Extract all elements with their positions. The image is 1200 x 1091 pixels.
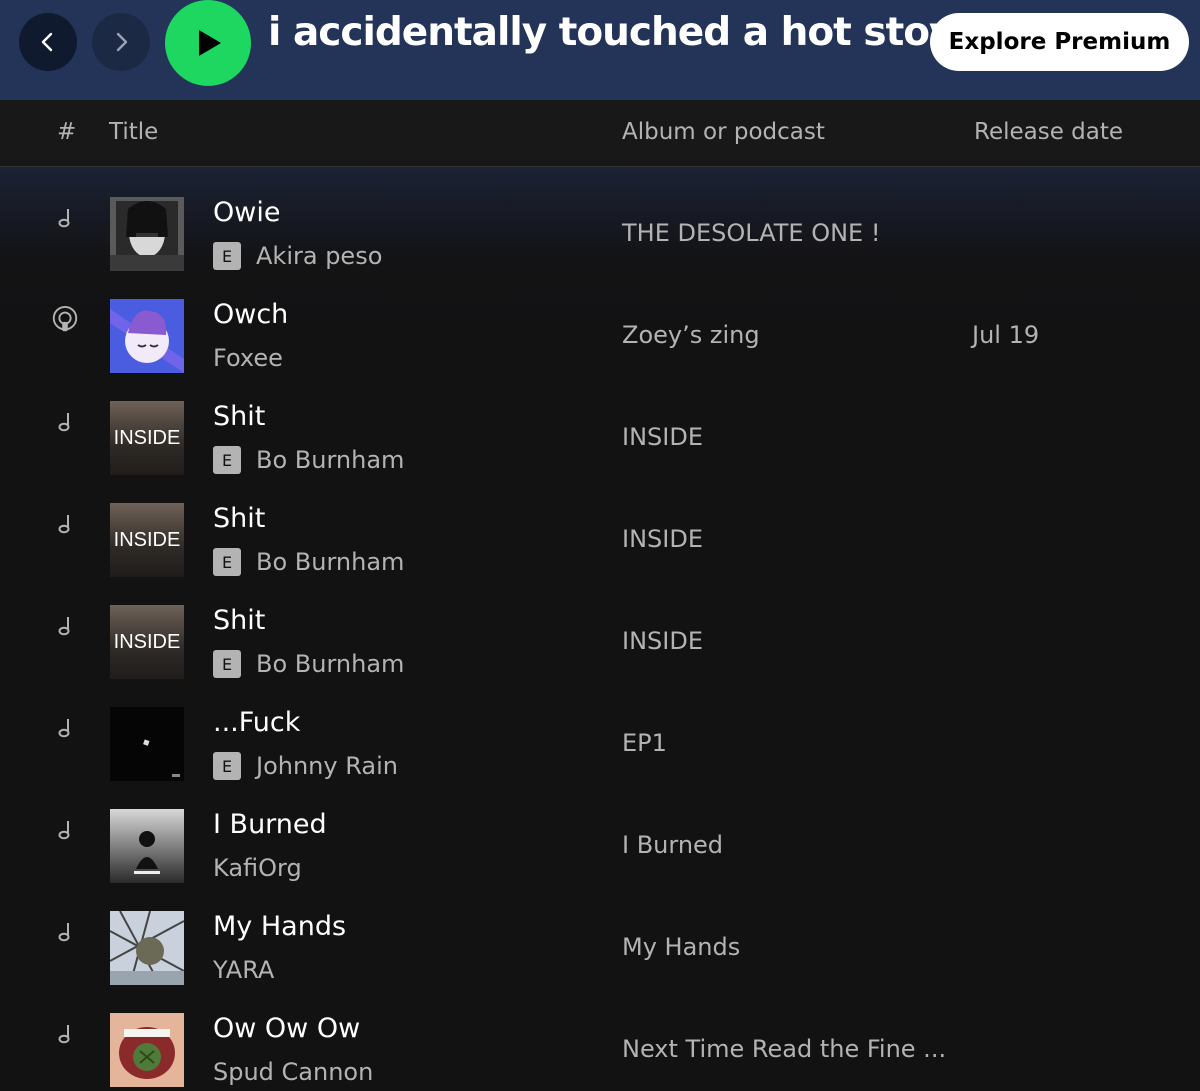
podcast-icon	[50, 305, 80, 335]
note-icon	[50, 1019, 80, 1049]
track-title[interactable]: Owch	[213, 299, 288, 330]
track-artist[interactable]: Johnny Rain	[256, 752, 398, 780]
track-artist[interactable]: YARA	[213, 956, 274, 984]
track-title[interactable]: ...Fuck	[213, 707, 300, 738]
top-bar: i accidentally touched a hot stove Explo…	[0, 0, 1200, 100]
podcast-cover	[110, 299, 184, 373]
album-cover	[110, 809, 184, 883]
track-row[interactable]: INSIDE Shit E Bo Burnham INSIDE	[0, 371, 1200, 475]
track-row[interactable]: INSIDE Shit E Bo Burnham INSIDE	[0, 575, 1200, 679]
track-artist[interactable]: Akira peso	[256, 242, 382, 270]
track-artist[interactable]: Foxee	[213, 344, 283, 372]
track-album[interactable]: INSIDE	[622, 525, 703, 553]
column-title[interactable]: Title	[109, 119, 158, 145]
chevron-right-icon	[116, 32, 128, 52]
play-button[interactable]	[165, 0, 251, 86]
track-list: Owie E Akira peso THE DESOLATE ONE ! Owc…	[0, 167, 1200, 1091]
cover-text: INSIDE	[113, 427, 181, 449]
column-album[interactable]: Album or podcast	[622, 119, 825, 145]
cover-text: INSIDE	[113, 631, 181, 653]
track-row[interactable]: Owie E Akira peso THE DESOLATE ONE !	[0, 167, 1200, 271]
note-icon	[50, 815, 80, 845]
track-row[interactable]: INSIDE Shit E Bo Burnham INSIDE	[0, 473, 1200, 577]
album-cover	[110, 911, 184, 985]
column-release-date[interactable]: Release date	[974, 119, 1123, 145]
track-row[interactable]: Owch Foxee Zoey’s zing Jul 19	[0, 269, 1200, 373]
back-button[interactable]	[19, 13, 77, 71]
track-album[interactable]: INSIDE	[622, 627, 703, 655]
track-title[interactable]: Owie	[213, 197, 280, 228]
track-title[interactable]: Ow Ow Ow	[213, 1013, 360, 1044]
chevron-left-icon	[41, 32, 53, 52]
note-icon	[50, 509, 80, 539]
track-album[interactable]: INSIDE	[622, 423, 703, 451]
track-row[interactable]: Ow Ow Ow Spud Cannon Next Time Read the …	[0, 983, 1200, 1087]
track-album[interactable]: My Hands	[622, 933, 740, 961]
album-cover: INSIDE	[110, 503, 184, 577]
explicit-badge: E	[213, 242, 241, 270]
explicit-badge: E	[213, 548, 241, 576]
track-title[interactable]: I Burned	[213, 809, 327, 840]
explicit-badge: E	[213, 446, 241, 474]
track-title[interactable]: Shit	[213, 503, 265, 534]
track-album[interactable]: Zoey’s zing	[622, 321, 760, 349]
note-icon	[50, 203, 80, 233]
track-title[interactable]: Shit	[213, 401, 265, 432]
note-icon	[50, 713, 80, 743]
album-cover	[110, 707, 184, 781]
track-artist[interactable]: Bo Burnham	[256, 446, 404, 474]
track-album[interactable]: EP1	[622, 729, 667, 757]
forward-button[interactable]	[92, 13, 150, 71]
track-row[interactable]: ...Fuck E Johnny Rain EP1	[0, 677, 1200, 781]
note-icon	[50, 611, 80, 641]
explicit-badge: E	[213, 650, 241, 678]
track-album[interactable]: I Burned	[622, 831, 723, 859]
track-artist[interactable]: KafiOrg	[213, 854, 302, 882]
explicit-badge: E	[213, 752, 241, 780]
track-row[interactable]: I Burned KafiOrg I Burned	[0, 779, 1200, 883]
album-cover: INSIDE	[110, 401, 184, 475]
track-title[interactable]: My Hands	[213, 911, 346, 942]
track-title[interactable]: Shit	[213, 605, 265, 636]
track-artist[interactable]: Bo Burnham	[256, 548, 404, 576]
track-artist[interactable]: Spud Cannon	[213, 1058, 373, 1086]
note-icon	[50, 407, 80, 437]
track-album[interactable]: THE DESOLATE ONE !	[622, 219, 880, 247]
track-album[interactable]: Next Time Read the Fine ...	[622, 1035, 946, 1063]
track-artist[interactable]: Bo Burnham	[256, 650, 404, 678]
album-cover: INSIDE	[110, 605, 184, 679]
release-date: Jul 19	[972, 321, 1040, 349]
page-title: i accidentally touched a hot stove	[268, 10, 980, 55]
track-list-header: # Title Album or podcast Release date	[0, 100, 1200, 167]
album-cover	[110, 197, 184, 271]
play-icon	[199, 30, 221, 56]
cover-text: INSIDE	[113, 529, 181, 551]
track-row[interactable]: My Hands YARA My Hands	[0, 881, 1200, 985]
explore-premium-button[interactable]: Explore Premium	[930, 13, 1189, 71]
note-icon	[50, 917, 80, 947]
column-number: #	[57, 119, 77, 145]
album-cover	[110, 1013, 184, 1087]
